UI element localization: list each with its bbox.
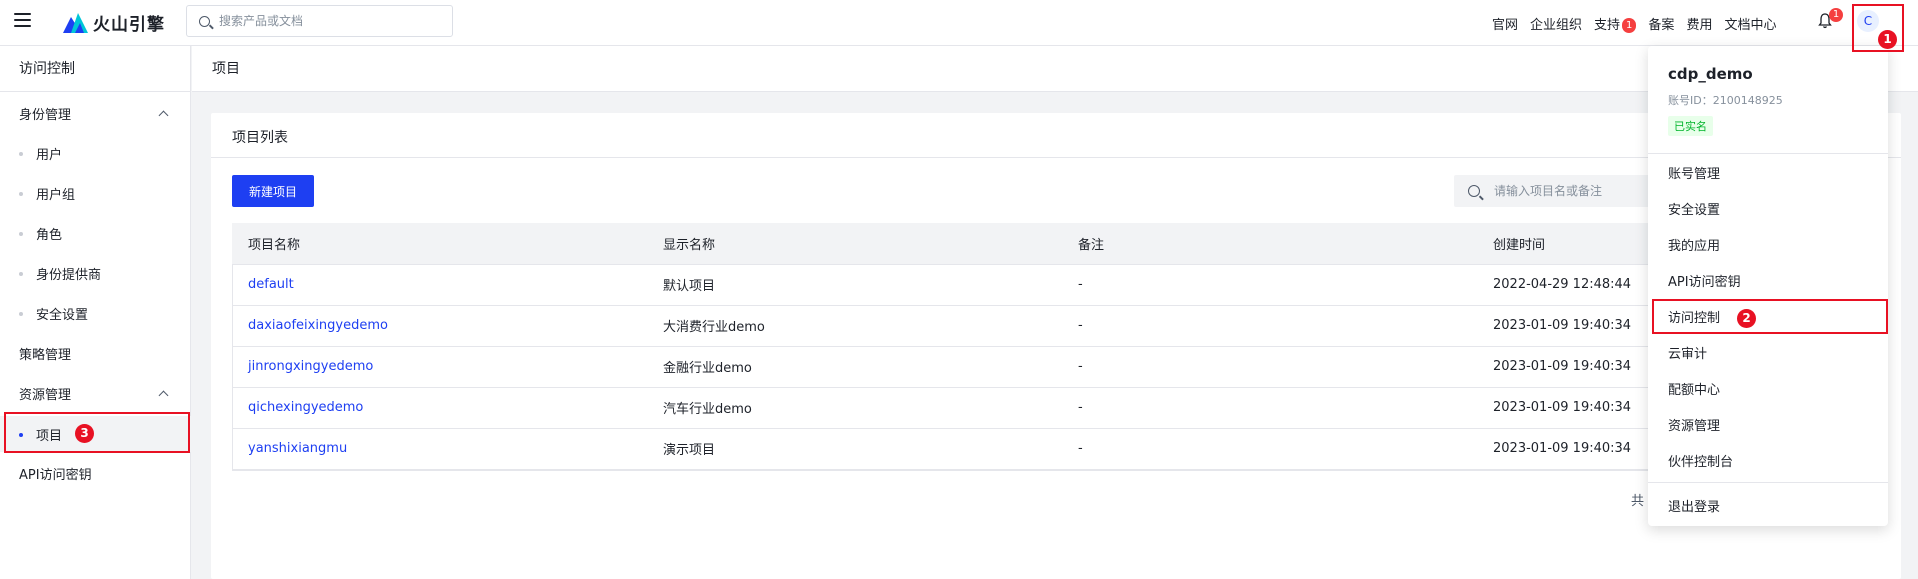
column-header-display-name: 显示名称 (647, 223, 1062, 265)
search-icon (199, 15, 210, 27)
sidebar-item-label: 角色 (36, 228, 63, 243)
divider (1648, 153, 1888, 154)
volcano-logo-icon (63, 13, 88, 33)
annotation-number-2: 2 (1737, 309, 1756, 328)
sidebar-item-identity-providers[interactable]: 身份提供商 (19, 264, 101, 283)
nav-support-label: 支持 (1594, 18, 1621, 33)
menu-item-my-apps[interactable]: 我的应用 (1668, 235, 1720, 254)
annotation-box-avatar (1852, 4, 1904, 52)
annotation-number-1: 1 (1878, 30, 1897, 49)
nav-docs[interactable]: 文档中心 (1724, 14, 1776, 33)
table-cell: 汽车行业demo (647, 387, 1062, 429)
nav-billing[interactable]: 费用 (1686, 14, 1712, 33)
menu-item-api-keys[interactable]: API访问密钥 (1668, 271, 1741, 290)
sidebar: 访问控制 身份管理 用户 用户组 角色 身份提供商 安全设置 策略管理 资源管理… (0, 46, 191, 579)
table-cell: - (1062, 346, 1477, 388)
project-table: 项目名称 显示名称 备注 创建时间 default 默认项目 - 2022-04… (232, 223, 1712, 470)
bullet-dot (19, 231, 23, 236)
support-badge: 1 (1622, 18, 1637, 33)
bullet-dot (19, 191, 23, 196)
menu-item-account-management[interactable]: 账号管理 (1668, 163, 1720, 182)
sidebar-title: 访问控制 (0, 46, 190, 92)
table-row: default 默认项目 - 2022-04-29 12:48:44 (232, 264, 1712, 306)
global-search[interactable] (186, 5, 453, 37)
account-username: cdp_demo (1668, 65, 1753, 83)
divider (1648, 482, 1888, 483)
annotation-number-3: 3 (75, 424, 94, 443)
sidebar-item-security-settings[interactable]: 安全设置 (19, 304, 88, 323)
account-dropdown: cdp_demo 账号ID：2100148925 已实名 账号管理 安全设置 我… (1648, 46, 1888, 526)
sidebar-group-resource[interactable]: 资源管理 (19, 384, 71, 403)
table-cell: 默认项目 (647, 264, 1062, 306)
sidebar-item-label: 用户 (36, 148, 63, 163)
sidebar-item-user-groups[interactable]: 用户组 (19, 184, 75, 203)
nav-filing[interactable]: 备案 (1648, 14, 1674, 33)
table-cell: - (1062, 264, 1477, 306)
nav-enterprise-org[interactable]: 企业组织 (1530, 14, 1582, 33)
sidebar-item-users[interactable]: 用户 (19, 144, 62, 163)
project-name-link[interactable]: yanshixiangmu (232, 428, 647, 470)
top-nav: 官网 企业组织 支持 1 备案 费用 文档中心 (1492, 14, 1788, 33)
verified-badge: 已实名 (1668, 116, 1713, 136)
sidebar-group-policy[interactable]: 策略管理 (19, 344, 71, 363)
table-row: daxiaofeixingyedemo 大消费行业demo - 2023-01-… (232, 305, 1712, 347)
total-count: 共 (1631, 494, 1645, 509)
table-row: yanshixiangmu 演示项目 - 2023-01-09 19:40:34 (232, 428, 1712, 470)
bullet-dot (19, 311, 23, 316)
table-cell: 金融行业demo (647, 346, 1062, 388)
search-icon (1468, 185, 1480, 197)
menu-item-quota-center[interactable]: 配额中心 (1668, 379, 1720, 398)
menu-icon[interactable] (14, 13, 31, 27)
table-row: jinrongxingyedemo 金融行业demo - 2023-01-09 … (232, 346, 1712, 388)
chevron-up-icon[interactable] (158, 110, 169, 121)
table-cell: 大消费行业demo (647, 305, 1062, 347)
sidebar-item-label: 安全设置 (36, 308, 89, 323)
project-name-link[interactable]: jinrongxingyedemo (232, 346, 647, 388)
bullet-dot (19, 271, 23, 276)
annotation-box-projects (4, 412, 190, 453)
logout-button[interactable]: 退出登录 (1668, 496, 1720, 515)
menu-item-security-settings[interactable]: 安全设置 (1668, 199, 1720, 218)
sidebar-item-label: 身份提供商 (36, 268, 102, 283)
table-header-row: 项目名称 显示名称 备注 创建时间 (232, 223, 1712, 265)
bullet-dot (19, 151, 23, 156)
menu-item-partner-console[interactable]: 伙伴控制台 (1668, 451, 1733, 470)
sidebar-group-identity[interactable]: 身份管理 (19, 104, 71, 123)
annotation-box-access-control (1652, 299, 1888, 334)
menu-item-cloud-audit[interactable]: 云审计 (1668, 343, 1707, 362)
table-cell: - (1062, 428, 1477, 470)
notification-badge: 1 (1829, 8, 1843, 22)
project-name-link[interactable]: qichexingyedemo (232, 387, 647, 429)
brand-logo[interactable]: 火山引擎 (63, 10, 165, 35)
sidebar-item-roles[interactable]: 角色 (19, 224, 62, 243)
brand-name: 火山引擎 (93, 14, 165, 35)
table-cell: 演示项目 (647, 428, 1062, 470)
nav-support[interactable]: 支持 1 (1594, 14, 1637, 33)
top-bar: 火山引擎 官网 企业组织 支持1 备案 费用 文档中心 1 C (0, 0, 1918, 46)
chevron-up-icon[interactable] (158, 390, 169, 401)
menu-item-resource-management[interactable]: 资源管理 (1668, 415, 1720, 434)
nav-official-site[interactable]: 官网 (1492, 14, 1518, 33)
table-cell: - (1062, 305, 1477, 347)
project-name-link[interactable]: default (232, 264, 647, 306)
card-title: 项目列表 (232, 130, 288, 146)
new-project-button[interactable]: 新建项目 (232, 175, 314, 207)
column-header-project-name: 项目名称 (232, 223, 647, 265)
project-name-link[interactable]: daxiaofeixingyedemo (232, 305, 647, 347)
table-cell: - (1062, 387, 1477, 429)
account-id: 账号ID：2100148925 (1668, 94, 1783, 107)
table-row: qichexingyedemo 汽车行业demo - 2023-01-09 19… (232, 387, 1712, 429)
global-search-input[interactable] (219, 14, 439, 28)
sidebar-group-api-keys[interactable]: API访问密钥 (19, 464, 92, 483)
column-header-remark: 备注 (1062, 223, 1477, 265)
sidebar-item-label: 用户组 (36, 188, 76, 203)
